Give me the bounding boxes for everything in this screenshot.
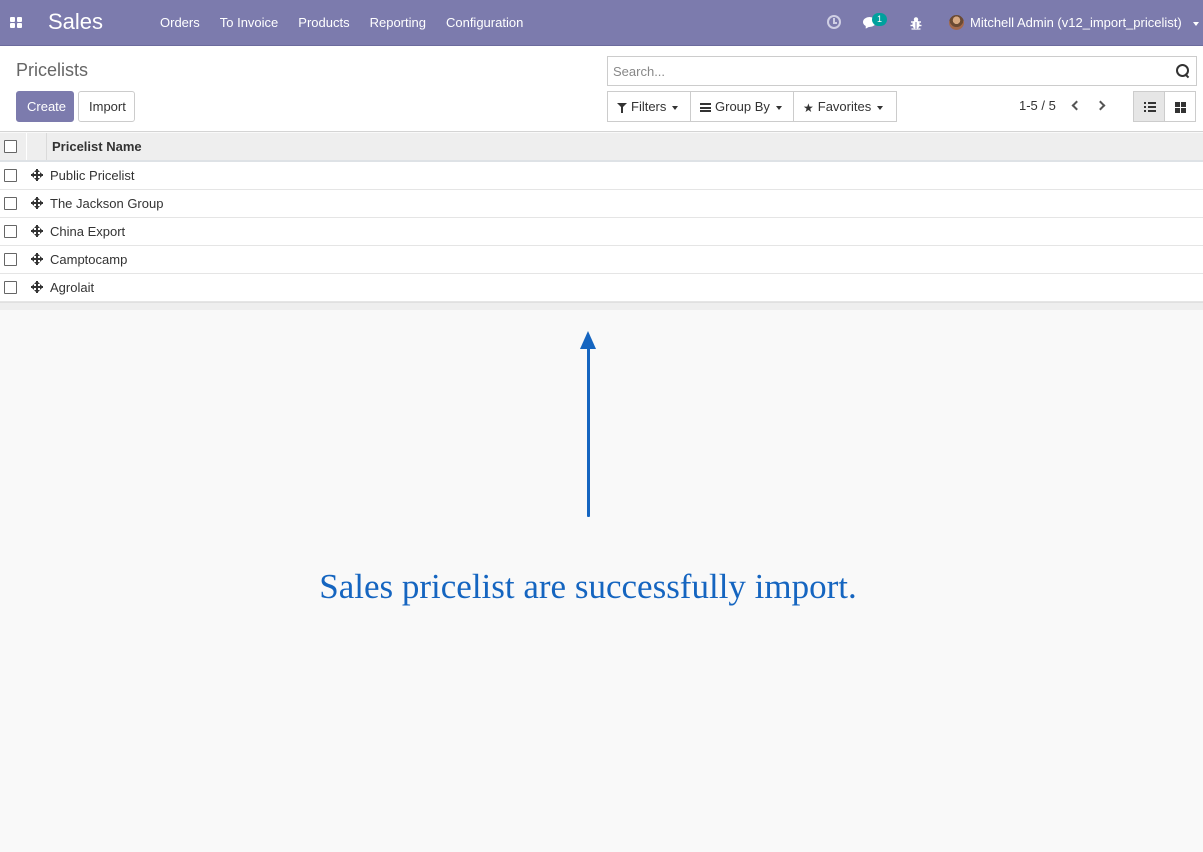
activity-clock-icon[interactable] <box>827 15 841 29</box>
list-view-icon <box>1144 102 1156 112</box>
caret-down-icon <box>672 105 679 110</box>
row-checkbox[interactable] <box>4 253 17 266</box>
apps-grid-icon[interactable] <box>10 17 23 29</box>
filters-dropdown[interactable]: Filters <box>607 91 691 122</box>
caret-down-icon <box>877 105 884 110</box>
caret-down-icon <box>775 105 782 110</box>
handle-column-header <box>26 133 46 160</box>
table-row[interactable]: Camptocamp <box>0 246 1203 274</box>
filter-icon <box>617 102 627 113</box>
filters-label: Filters <box>631 99 667 114</box>
search-box <box>607 56 1197 86</box>
pager-previous-button[interactable] <box>1070 98 1082 114</box>
menu-item-reporting[interactable]: Reporting <box>360 0 436 46</box>
chevron-left-icon <box>1071 100 1082 111</box>
pricelist-name: Agrolait <box>50 280 95 295</box>
drag-handle-icon[interactable] <box>31 197 43 209</box>
select-all-cell <box>0 133 26 160</box>
row-checkbox[interactable] <box>4 281 17 294</box>
drag-handle-icon[interactable] <box>31 253 43 265</box>
menu-item-orders[interactable]: Orders <box>150 0 210 46</box>
row-checkbox[interactable] <box>4 197 17 210</box>
pricelist-table: Pricelist Name Public Pricelist The Jack… <box>0 133 1203 310</box>
search-icon[interactable] <box>1176 64 1189 77</box>
favorites-dropdown[interactable]: ★ Favorites <box>793 91 897 122</box>
favorites-label: Favorites <box>817 99 872 114</box>
chevron-down-icon[interactable] <box>1193 22 1199 26</box>
user-avatar[interactable] <box>949 15 964 30</box>
pricelist-name: The Jackson Group <box>50 196 164 211</box>
table-row[interactable]: Agrolait <box>0 274 1203 302</box>
pricelist-name: Camptocamp <box>50 252 128 267</box>
bug-icon[interactable] <box>910 16 922 30</box>
kanban-view-button[interactable] <box>1164 91 1196 122</box>
select-all-checkbox[interactable] <box>4 140 17 153</box>
table-row[interactable]: Public Pricelist <box>0 162 1203 190</box>
row-checkbox[interactable] <box>4 169 17 182</box>
bars-icon <box>700 103 711 113</box>
table-row[interactable]: China Export <box>0 218 1203 246</box>
breadcrumb: Pricelists <box>16 60 89 80</box>
pricelist-name: China Export <box>50 224 126 239</box>
table-footer <box>0 302 1203 310</box>
search-input[interactable] <box>608 57 1168 85</box>
column-header-pricelist-name[interactable]: Pricelist Name <box>46 133 142 160</box>
menu-item-to-invoice[interactable]: To Invoice <box>210 0 289 46</box>
list-view-button[interactable] <box>1133 91 1165 122</box>
table-header: Pricelist Name <box>0 133 1203 162</box>
app-title[interactable]: Sales <box>48 9 103 35</box>
table-row[interactable]: The Jackson Group <box>0 190 1203 218</box>
user-menu-name[interactable]: Mitchell Admin (v12_import_pricelist) <box>970 0 1182 46</box>
pricelist-name: Public Pricelist <box>50 168 135 183</box>
chevron-right-icon <box>1095 100 1106 111</box>
pager-next-button[interactable] <box>1095 98 1108 114</box>
group-by-dropdown[interactable]: Group By <box>690 91 794 122</box>
group-by-label: Group By <box>715 99 770 114</box>
import-button[interactable]: Import <box>78 91 135 122</box>
drag-handle-icon[interactable] <box>31 225 43 237</box>
kanban-view-icon <box>1175 102 1187 113</box>
annotation-arrow <box>587 344 590 517</box>
menu-item-products[interactable]: Products <box>288 0 359 46</box>
chat-badge: 1 <box>872 13 887 26</box>
row-checkbox[interactable] <box>4 225 17 238</box>
pager-value[interactable]: 1-5 / 5 <box>1019 98 1056 113</box>
top-navbar: Sales Orders To Invoice Products Reporti… <box>0 0 1203 46</box>
menu-item-configuration[interactable]: Configuration <box>436 0 533 46</box>
create-button[interactable]: Create <box>16 91 74 122</box>
drag-handle-icon[interactable] <box>31 169 43 181</box>
drag-handle-icon[interactable] <box>31 281 43 293</box>
main-menu: Orders To Invoice Products Reporting Con… <box>150 0 533 46</box>
star-icon: ★ <box>803 100 814 115</box>
control-panel: Pricelists Create Import Filters Group B… <box>0 46 1203 132</box>
annotation-text: Sales pricelist are successfully import. <box>319 567 857 606</box>
